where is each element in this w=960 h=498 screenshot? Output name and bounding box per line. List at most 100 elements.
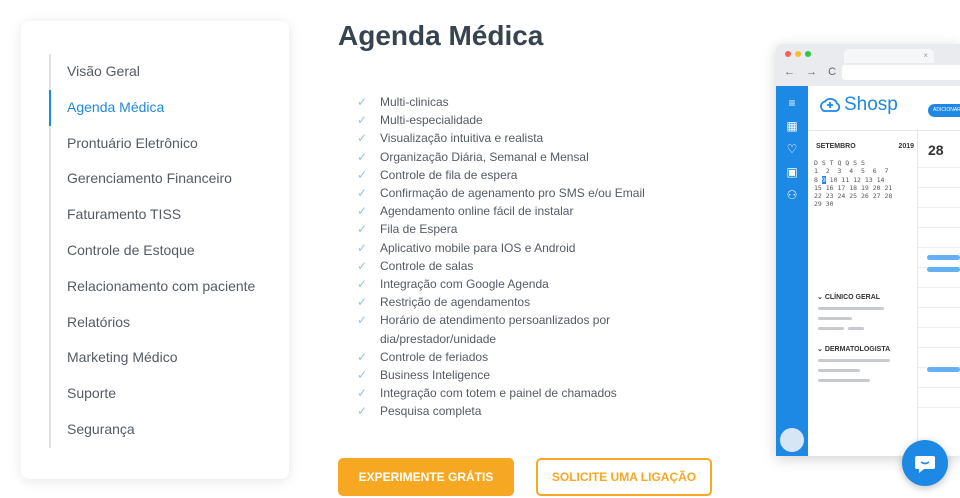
feature-text: Controle de feriados — [380, 349, 489, 364]
check-icon: ✓ — [357, 167, 368, 182]
appointment-block — [927, 267, 960, 272]
placeholder-bar — [848, 327, 864, 330]
app-mockup: × ← → C ≡ ▦ ♡ ▣ ⚇ Shosp ADICIONAR SETEMB… — [776, 44, 960, 456]
calendar-day: 10 11 12 13 14 — [825, 175, 885, 184]
feature-item: ✓ Visualização intuitiva e realista — [357, 129, 677, 147]
calendar-grid: D S T Q Q S S 1 2 3 4 5 6 7 8 9 10 11 12… — [814, 159, 918, 209]
group-label-text: CLÍNICO GERAL — [824, 294, 881, 301]
calendar-week: 15 16 17 18 19 20 21 — [814, 183, 893, 192]
chat-button[interactable] — [902, 440, 948, 486]
sidebar-item-estoque[interactable]: Controle de Estoque — [51, 233, 285, 269]
time-slot-line — [918, 247, 960, 248]
feature-item: ✓ Restrição de agendamentos — [357, 293, 677, 311]
cloud-logo-icon — [820, 98, 841, 112]
browser-chrome: × ← → C — [776, 44, 960, 86]
placeholder-bar — [818, 369, 860, 372]
sidebar-item-agenda-medica[interactable]: Agenda Médica — [49, 89, 285, 126]
sidebar-list: Visão Geral Agenda Médica Prontuário Ele… — [49, 54, 285, 448]
check-icon: ✓ — [357, 349, 368, 364]
check-icon: ✓ — [357, 204, 368, 219]
feature-item: ✓ Integração com totem e painel de chamad… — [357, 384, 677, 402]
time-slot-line — [918, 387, 960, 388]
sidebar-item-faturamento-tiss[interactable]: Faturamento TISS — [51, 197, 285, 233]
placeholder-bar — [818, 359, 890, 362]
placeholder-bar — [818, 379, 870, 382]
heart-icon: ♡ — [786, 142, 798, 156]
check-icon: ✓ — [357, 386, 368, 401]
feature-text: Horário de atendimento persoanlizados po… — [380, 313, 611, 346]
time-slot-line — [918, 327, 960, 328]
day-number: 28 — [928, 142, 944, 158]
feature-item: ✓ Controle de salas — [357, 257, 677, 275]
sidebar-item-visao-geral[interactable]: Visão Geral — [51, 54, 285, 90]
sidebar-item-marketing[interactable]: Marketing Médico — [51, 340, 285, 376]
feature-item: ✓ Pesquisa completa — [357, 402, 677, 420]
feature-text: Controle de salas — [380, 258, 474, 273]
feature-item: ✓ Agendamento online fácil de instalar — [357, 202, 677, 220]
window-maximize-dot — [805, 51, 811, 57]
check-icon: ✓ — [357, 258, 368, 273]
placeholder-bar — [818, 317, 852, 320]
mini-calendar-panel: SETEMBRO 2019 D S T Q Q S S 1 2 3 4 5 6 … — [808, 130, 918, 450]
check-icon: ✓ — [357, 113, 368, 128]
calendar-week: 8 9 10 11 12 13 14 — [814, 175, 918, 184]
chart-icon: ▣ — [786, 165, 798, 179]
feature-text: Integração com Google Agenda — [380, 277, 549, 292]
menu-icon: ≡ — [788, 96, 796, 110]
calendar-week: 29 30 — [814, 200, 834, 209]
appointment-block — [927, 255, 960, 260]
appointment-block — [927, 367, 960, 372]
page-title: Agenda Médica — [338, 20, 544, 51]
time-slot-line — [918, 287, 960, 288]
feature-text: Business Inteligence — [380, 368, 491, 383]
request-call-button[interactable]: SOLICITE UMA LIGAÇÃO — [536, 458, 712, 496]
calendar-week: 1 2 3 4 5 6 7 — [814, 167, 889, 176]
feature-item: ✓ Business Inteligence — [357, 366, 677, 384]
calendar-week: 22 23 24 25 26 27 28 — [814, 192, 893, 201]
placeholder-bar — [818, 327, 844, 330]
check-icon: ✓ — [357, 95, 368, 109]
sidebar-item-relatorios[interactable]: Relatórios — [51, 305, 285, 341]
calendar-weekdays: D S T Q Q S S — [814, 159, 865, 167]
group-label-text: DERMATOLOGISTA — [824, 346, 891, 353]
user-icon: ⚇ — [786, 188, 798, 202]
feature-text: Visualização intuitiva e realista — [380, 131, 544, 146]
feature-item: ✓ Integração com Google Agenda — [357, 275, 677, 293]
time-slot-line — [918, 227, 960, 228]
feature-item: ✓ Confirmação de agenamento pro SMS e/ou … — [357, 184, 677, 202]
feature-item: ✓ Multi-especialidade — [357, 111, 677, 129]
day-schedule-column: 28 — [918, 130, 960, 450]
feature-text: Multi-clinicas — [380, 95, 449, 109]
feature-text: Confirmação de agenamento pro SMS e/ou E… — [380, 186, 645, 201]
check-icon: ✓ — [357, 277, 368, 292]
feature-item: ✓ Multi-clinicas — [357, 93, 677, 111]
feature-text: Aplicativo mobile para IOS e Android — [380, 240, 576, 255]
feature-item: ✓ Controle de fila de espera — [357, 166, 677, 184]
sidebar-item-prontuario[interactable]: Prontuário Eletrônico — [51, 126, 285, 162]
feature-text: Pesquisa completa — [380, 404, 482, 419]
check-icon: ✓ — [357, 186, 368, 201]
calendar-day: 8 — [814, 175, 822, 184]
feature-item: ✓ Organização Diária, Semanal e Mensal — [357, 148, 677, 166]
chat-bubble-icon — [915, 456, 935, 473]
browser-nav-icons: ← → C — [784, 66, 841, 78]
time-slot-line — [918, 167, 960, 168]
sidebar-item-financeiro[interactable]: Gerenciamento Financeiro — [51, 161, 285, 197]
calendar-header: SETEMBRO 2019 — [816, 143, 914, 150]
check-icon: ✓ — [357, 131, 368, 146]
feature-sidebar: Visão Geral Agenda Médica Prontuário Ele… — [21, 21, 289, 479]
sidebar-item-seguranca[interactable]: Segurança — [51, 412, 285, 448]
check-icon: ✓ — [357, 368, 368, 383]
feature-text: Controle de fila de espera — [380, 167, 518, 182]
feature-item: ✓ Controle de feriados — [357, 348, 677, 366]
try-free-button[interactable]: EXPERIMENTE GRÁTIS — [338, 458, 514, 496]
sidebar-item-relacionamento[interactable]: Relacionamento com paciente — [51, 269, 285, 305]
feature-text: Organização Diária, Semanal e Mensal — [380, 149, 589, 164]
feature-item: ✓ Horário de atendimento persoanlizados p… — [357, 311, 677, 347]
avatar — [780, 428, 804, 452]
calendar-month: SETEMBRO — [816, 143, 856, 150]
sidebar-item-suporte[interactable]: Suporte — [51, 376, 285, 412]
feature-text: Multi-especialidade — [380, 113, 483, 128]
calendar-year: 2019 — [898, 143, 914, 150]
check-icon: ✓ — [357, 313, 368, 328]
